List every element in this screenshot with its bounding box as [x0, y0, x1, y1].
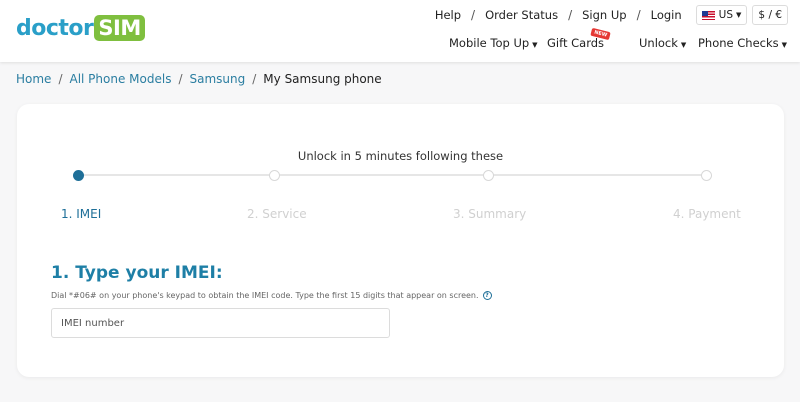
country-code: US	[718, 9, 734, 21]
nav-mobile-top-up[interactable]: Mobile Top Up ▼	[449, 36, 538, 50]
sign-up-link[interactable]: Sign Up	[582, 8, 626, 22]
progress-track	[79, 174, 707, 176]
help-link[interactable]: Help	[435, 8, 461, 22]
breadcrumb-all-models[interactable]: All Phone Models	[69, 72, 171, 86]
breadcrumb-separator: /	[178, 72, 183, 86]
country-selector[interactable]: US ▼	[695, 5, 748, 25]
step-label-payment: 4. Payment	[673, 207, 741, 221]
nav-mobile-top-up-label: Mobile Top Up	[449, 36, 530, 50]
nav-unlock-label: Unlock	[639, 36, 678, 50]
step-dot-payment	[701, 170, 712, 181]
chevron-down-icon: ▼	[680, 41, 687, 49]
site-header: doctor SIM Help / Order Status / Sign Up…	[0, 0, 800, 62]
currency-label: $ / €	[758, 9, 782, 21]
unlock-card: Unlock in 5 minutes following these 1. I…	[17, 104, 784, 377]
chevron-down-icon: ▼	[736, 11, 742, 19]
nav-phone-checks-label: Phone Checks	[698, 36, 779, 50]
imei-section-title: 1. Type your IMEI:	[51, 263, 223, 283]
imei-input[interactable]	[51, 308, 390, 338]
help-icon[interactable]: ?	[482, 291, 492, 300]
us-flag-icon	[701, 10, 715, 20]
breadcrumb-separator: /	[252, 72, 257, 86]
nav-separator: /	[568, 8, 573, 22]
nav-separator: /	[471, 8, 476, 22]
imei-hint-text: Dial *#06# on your phone's keypad to obt…	[51, 291, 479, 300]
chevron-down-icon: ▼	[781, 41, 788, 49]
step-dot-summary	[483, 170, 494, 181]
top-navigation: Help / Order Status / Sign Up / Login US…	[435, 5, 788, 25]
step-label-summary: 3. Summary	[453, 207, 527, 221]
nav-separator: /	[636, 8, 641, 22]
login-link[interactable]: Login	[651, 8, 682, 22]
imei-hint: Dial *#06# on your phone's keypad to obt…	[51, 291, 492, 300]
breadcrumb-home[interactable]: Home	[16, 72, 51, 86]
step-label-imei: 1. IMEI	[61, 207, 102, 221]
nav-gift-cards[interactable]: Gift Cards	[547, 36, 604, 50]
breadcrumb-current: My Samsung phone	[263, 72, 382, 86]
nav-phone-checks[interactable]: Phone Checks ▼	[698, 36, 787, 50]
order-status-link[interactable]: Order Status	[485, 8, 558, 22]
breadcrumb-separator: /	[58, 72, 63, 86]
nav-gift-cards-label: Gift Cards	[547, 36, 605, 50]
steps-title: Unlock in 5 minutes following these	[297, 149, 504, 163]
breadcrumb-samsung[interactable]: Samsung	[190, 72, 246, 86]
main-navigation: Mobile Top Up ▼ Gift Cards Unlock ▼ Phone …	[0, 36, 800, 52]
step-dot-imei	[73, 170, 84, 181]
nav-unlock[interactable]: Unlock ▼	[639, 36, 686, 50]
breadcrumb: Home / All Phone Models / Samsung / My S…	[16, 72, 382, 86]
step-label-service: 2. Service	[247, 207, 307, 221]
chevron-down-icon: ▼	[532, 41, 538, 49]
step-dot-service	[269, 170, 280, 181]
currency-selector[interactable]: $ / €	[752, 5, 788, 25]
